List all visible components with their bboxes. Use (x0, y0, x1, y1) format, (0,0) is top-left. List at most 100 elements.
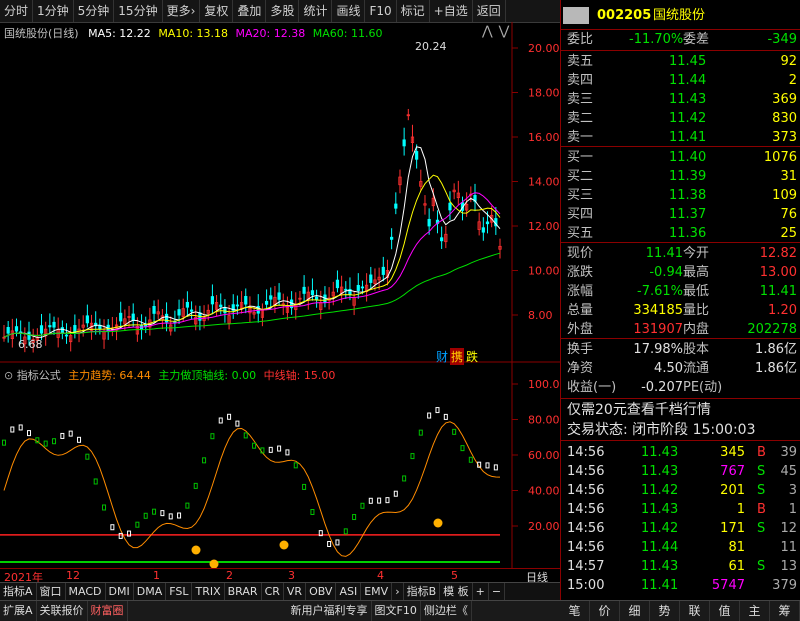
ext-tab-5[interactable]: 侧边栏《 (421, 601, 472, 621)
stat-label-2: 最低 (683, 284, 710, 299)
candle-body (344, 288, 348, 291)
indicator-step (418, 429, 423, 436)
indicator-tab-11[interactable]: ASI (336, 583, 362, 601)
ext-tab-0[interactable]: 扩展A (0, 601, 37, 621)
indicator-step (410, 453, 415, 460)
indicator-tab-14[interactable]: 指标B (404, 583, 441, 601)
indicator-step (352, 514, 357, 521)
toolbar-item-12[interactable]: +自选 (430, 0, 473, 22)
chart-area[interactable]: 20.00 18.00 16.00 14.00 12.00 10.00 8.00 100.0 8… (0, 22, 560, 568)
promo-row[interactable]: 仅需20元查看千档行情 (561, 401, 800, 420)
indicator-tab-2[interactable]: MACD (66, 583, 106, 601)
indicator-tab-1[interactable]: 窗口 (37, 583, 66, 601)
indicator-tab-5[interactable]: FSL (166, 583, 193, 601)
promo-text[interactable]: 仅需20元查看千档行情 (567, 401, 711, 420)
toolbar-item-3[interactable]: 15分钟 (114, 0, 163, 22)
collapse-icon[interactable]: ⋀ (482, 24, 493, 39)
expand-icon[interactable]: ⋁ (499, 24, 510, 39)
stat-value-2: 1.20 (768, 303, 797, 318)
tick-row: 14:56 11.43 345 B 39 (561, 443, 800, 462)
candle-body (131, 313, 135, 321)
badge-yi[interactable]: 携 (450, 348, 465, 365)
bid-row: 买二 11.39 31 (561, 167, 800, 186)
right-tab-2[interactable]: 细 (620, 601, 650, 621)
indicator-tab-17[interactable]: − (489, 583, 506, 601)
candle-body (369, 274, 373, 283)
ext-tab-2[interactable]: 财富圈 (88, 601, 128, 621)
candle-body (235, 304, 240, 307)
badge-diao[interactable]: 跌 (466, 348, 478, 365)
indicator-tab-8[interactable]: CR (262, 583, 284, 601)
bid-row: 买一 11.40 1076 (561, 148, 800, 167)
right-tab-7[interactable]: 筹 (770, 601, 800, 621)
ext-tab-3[interactable]: 新用户福利专享 (288, 601, 372, 621)
chart-controls: ⋀ ⋁ (482, 24, 509, 39)
toolbar-item-2[interactable]: 5分钟 (74, 0, 115, 22)
toolbar-item-4[interactable]: 更多› (163, 0, 201, 22)
right-tab-5[interactable]: 值 (710, 601, 740, 621)
indicator-dropdown-icon[interactable]: ⊙ (4, 369, 13, 382)
right-tab-3[interactable]: 势 (650, 601, 680, 621)
indicator-tab-3[interactable]: DMI (106, 583, 134, 601)
indicator-title[interactable]: 指标公式 (17, 369, 61, 382)
right-tab-1[interactable]: 价 (590, 601, 620, 621)
toolbar-item-7[interactable]: 多股 (266, 0, 300, 22)
ask-label: 卖三 (567, 92, 594, 107)
indicator-tab-16[interactable]: + (473, 583, 489, 601)
indicator-tab-9[interactable]: VR (284, 583, 307, 601)
stat2-row: 净资 4.50 流通 1.86亿 (561, 359, 800, 378)
tick-volume: 1 (736, 502, 745, 517)
indicator-step (202, 457, 207, 464)
weibi-label: 委比 (567, 32, 594, 47)
toolbar-item-1[interactable]: 1分钟 (33, 0, 74, 22)
toolbar-item-6[interactable]: 叠加 (233, 0, 267, 22)
candle-body (177, 309, 181, 316)
tick-side: S (757, 521, 766, 536)
right-tab-6[interactable]: 主 (740, 601, 770, 621)
toolbar-item-9[interactable]: 画线 (332, 0, 366, 22)
bid-label: 买三 (567, 188, 594, 203)
stat-value-2: 11.41 (759, 284, 797, 299)
indicator-step (110, 524, 115, 531)
candle-body (440, 237, 444, 242)
trade-status: 交易状态: 闭市阶段 15:00:03 (567, 422, 756, 438)
ext-tab-1[interactable]: 关联报价 (37, 601, 88, 621)
indicator-step (210, 433, 215, 440)
toolbar-item-5[interactable]: 复权 (200, 0, 234, 22)
tick-count: 12 (780, 521, 797, 536)
toolbar-item-0[interactable]: 分时 (0, 0, 34, 22)
indicator-tab-10[interactable]: OBV (306, 583, 337, 601)
badge-cai[interactable]: 财 (436, 348, 448, 365)
indicator-step (443, 413, 448, 420)
bid-price: 11.39 (669, 169, 707, 184)
indicator-tab-15[interactable]: 模 板 (440, 583, 473, 601)
stat-value: 334185 (633, 303, 683, 318)
stat2-value: -0.207 (641, 380, 683, 395)
indicator-tab-6[interactable]: TRIX (192, 583, 225, 601)
indicator-step (360, 502, 365, 509)
indicator-step (368, 497, 373, 504)
indicator-tab-0[interactable]: 指标A (0, 583, 37, 601)
tick-row: 14:56 11.44 81 11 (561, 538, 800, 557)
indicator-tab-4[interactable]: DMA (134, 583, 167, 601)
indicator-tab-7[interactable]: BRAR (225, 583, 262, 601)
tick-time: 14:56 (567, 521, 605, 536)
toolbar-item-13[interactable]: 返回 (473, 0, 506, 22)
right-tab-0[interactable]: 笔 (560, 601, 590, 621)
indicator-tab-12[interactable]: EMV (361, 583, 393, 601)
candle-body (85, 315, 89, 324)
toolbar-item-10[interactable]: F10 (365, 0, 397, 22)
indicator-step (435, 407, 440, 414)
indicator-tab-13[interactable]: › (392, 583, 404, 601)
tick-count: 39 (780, 445, 797, 460)
indicator-step (185, 502, 190, 509)
ext-tab-4[interactable]: 图文F10 (372, 601, 421, 621)
candlestick-chart[interactable]: 20.00 18.00 16.00 14.00 12.00 10.00 8.00 100.0 8… (0, 22, 560, 568)
trend-label: 主力趋势: 64.44 (68, 369, 151, 382)
right-tab-4[interactable]: 联 (680, 601, 710, 621)
toolbar-item-11[interactable]: 标记 (397, 0, 430, 22)
tick-count: 13 (780, 559, 797, 574)
signal-icon (279, 540, 289, 550)
candle-body (302, 286, 306, 294)
toolbar-item-8[interactable]: 统计 (299, 0, 333, 22)
